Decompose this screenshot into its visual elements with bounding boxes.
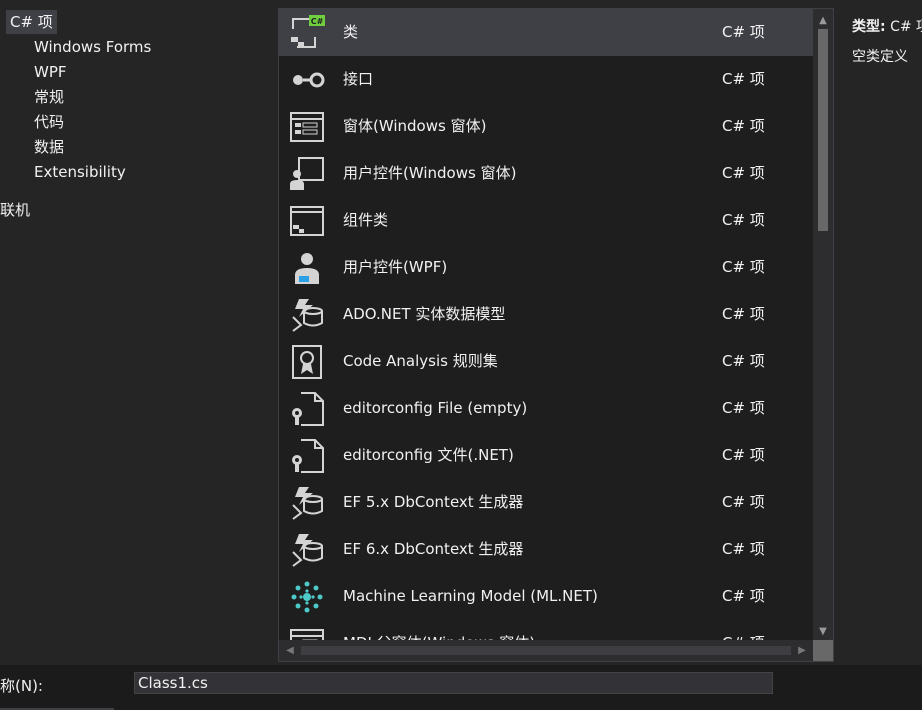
category-wpf[interactable]: WPF xyxy=(34,60,67,84)
template-rows: C# 类 C# 项接口 C# 项窗体(Windows 窗体) C# 项用户控件(Wind… xyxy=(279,9,813,642)
template-row[interactable]: editorconfig File (empty) C# 项 xyxy=(279,385,813,432)
template-list[interactable]: C# 类 C# 项接口 C# 项窗体(Windows 窗体) C# 项用户控件(Wind… xyxy=(278,8,834,662)
template-row[interactable]: MDI 父窗体(Windows 窗体) C# 项 xyxy=(279,620,813,642)
template-row[interactable]: EF 5.x DbContext 生成器 C# 项 xyxy=(279,479,813,526)
component-class-icon xyxy=(287,202,327,240)
template-name: EF 6.x DbContext 生成器 xyxy=(343,540,524,558)
scroll-left-icon[interactable]: ◀ xyxy=(281,640,299,661)
template-language: C# 项 xyxy=(722,587,765,605)
name-label: 称(N): xyxy=(0,677,43,695)
template-row[interactable]: 用户控件(Windows 窗体) C# 项 xyxy=(279,150,813,197)
category-general[interactable]: 常规 xyxy=(34,85,64,109)
template-name: 用户控件(WPF) xyxy=(343,258,448,276)
template-language: C# 项 xyxy=(722,493,765,511)
svg-text:C#: C# xyxy=(311,17,324,26)
category-csharp-items[interactable]: C# 项 xyxy=(6,10,57,34)
template-language: C# 项 xyxy=(722,446,765,464)
template-name: 类 xyxy=(343,23,359,41)
template-name: EF 5.x DbContext 生成器 xyxy=(343,493,524,511)
name-input[interactable] xyxy=(134,672,773,694)
config-file-icon xyxy=(287,390,327,428)
config-file-icon xyxy=(287,437,327,475)
scrollbar-corner xyxy=(813,640,833,661)
template-row[interactable]: C# 类 C# 项 xyxy=(279,9,813,56)
template-row[interactable]: editorconfig 文件(.NET) C# 项 xyxy=(279,432,813,479)
template-description: 空类定义 xyxy=(852,49,908,65)
template-name: MDI 父窗体(Windows 窗体) xyxy=(343,620,535,642)
dbcontext-generator-icon xyxy=(287,531,327,569)
category-code[interactable]: 代码 xyxy=(34,110,64,134)
name-bar: 称(N): xyxy=(0,665,922,710)
dbcontext-generator-icon xyxy=(287,484,327,522)
template-language: C# 项 xyxy=(722,258,765,276)
template-language: C# 项 xyxy=(722,70,765,88)
ml-model-icon xyxy=(287,578,327,616)
template-details: 类型: C# 项 空类定义 xyxy=(840,0,922,665)
user-control-icon xyxy=(287,155,327,193)
category-online[interactable]: 联机 xyxy=(0,198,30,222)
ruleset-icon xyxy=(287,343,327,381)
template-name: ADO.NET 实体数据模型 xyxy=(343,305,506,323)
horizontal-scroll-thumb[interactable] xyxy=(301,646,791,655)
template-type: 类型: C# 项 xyxy=(852,16,922,36)
template-row[interactable]: 用户控件(WPF) C# 项 xyxy=(279,244,813,291)
category-extensibility[interactable]: Extensibility xyxy=(34,160,126,184)
template-language: C# 项 xyxy=(722,305,765,323)
form-icon xyxy=(287,108,327,146)
vertical-scrollbar[interactable]: ▲ ▼ xyxy=(813,9,833,642)
template-row[interactable]: Machine Learning Model (ML.NET) C# 项 xyxy=(279,573,813,620)
template-language: C# 项 xyxy=(722,23,765,41)
template-row[interactable]: 接口 C# 项 xyxy=(279,56,813,103)
template-row[interactable]: Code Analysis 规则集 C# 项 xyxy=(279,338,813,385)
entity-model-icon xyxy=(287,296,327,334)
template-row[interactable]: 窗体(Windows 窗体) C# 项 xyxy=(279,103,813,150)
template-language: C# 项 xyxy=(722,620,765,642)
template-name: Machine Learning Model (ML.NET) xyxy=(343,587,598,605)
vertical-scroll-thumb[interactable] xyxy=(818,29,828,231)
template-language: C# 项 xyxy=(722,399,765,417)
scroll-up-icon[interactable]: ▲ xyxy=(813,11,833,29)
template-name: Code Analysis 规则集 xyxy=(343,352,498,370)
scroll-down-icon[interactable]: ▼ xyxy=(813,622,833,640)
wpf-user-control-icon xyxy=(287,249,327,287)
category-data[interactable]: 数据 xyxy=(34,135,64,159)
category-tree: C# 项 Windows Forms WPF 常规 代码 数据 Extensib… xyxy=(0,0,276,665)
template-name: 用户控件(Windows 窗体) xyxy=(343,164,517,182)
template-name: 接口 xyxy=(343,70,374,88)
template-name: editorconfig File (empty) xyxy=(343,399,528,417)
template-row[interactable]: ADO.NET 实体数据模型 C# 项 xyxy=(279,291,813,338)
template-language: C# 项 xyxy=(722,352,765,370)
category-windows-forms[interactable]: Windows Forms xyxy=(34,35,151,59)
type-value: C# 项 xyxy=(890,19,922,35)
template-name: 组件类 xyxy=(343,211,389,229)
template-row[interactable]: 组件类 C# 项 xyxy=(279,197,813,244)
type-label: 类型: xyxy=(852,19,886,35)
template-language: C# 项 xyxy=(722,211,765,229)
horizontal-scrollbar[interactable]: ◀ ▶ xyxy=(279,640,813,661)
template-language: C# 项 xyxy=(722,117,765,135)
template-name: 窗体(Windows 窗体) xyxy=(343,117,487,135)
class-icon: C# xyxy=(287,14,327,52)
template-row[interactable]: EF 6.x DbContext 生成器 C# 项 xyxy=(279,526,813,573)
template-language: C# 项 xyxy=(722,164,765,182)
template-language: C# 项 xyxy=(722,540,765,558)
scroll-right-icon[interactable]: ▶ xyxy=(793,640,811,661)
interface-icon xyxy=(287,61,327,99)
template-name: editorconfig 文件(.NET) xyxy=(343,446,514,464)
